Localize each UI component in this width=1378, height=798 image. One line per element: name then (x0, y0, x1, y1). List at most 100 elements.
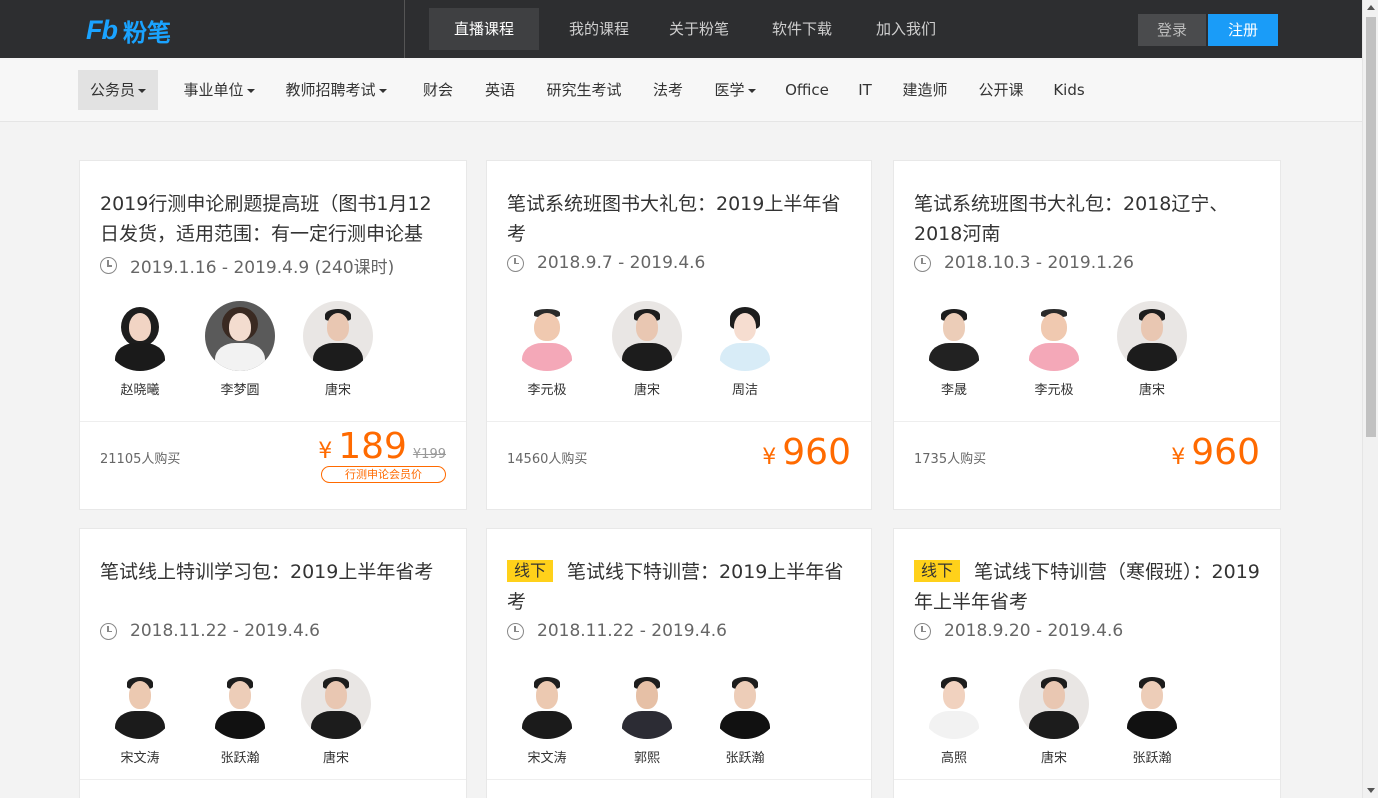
teacher-list: 宋文涛 郭熙 张跃瀚 (507, 669, 861, 769)
category-law-exam[interactable]: 法考 (650, 70, 686, 110)
caret-down-icon (378, 88, 387, 93)
original-price: ¥199 (412, 447, 446, 462)
teacher[interactable]: 唐宋 (296, 669, 376, 766)
teacher-name: 李梦圆 (220, 383, 260, 398)
course-title[interactable]: 线下 笔试线下特训营：2019上半年省考 (507, 557, 851, 617)
course-card[interactable]: 线下 笔试线下特训营（寒假班）：2019年上半年省考 2018.9.20 - 20… (893, 528, 1281, 798)
course-title[interactable]: 笔试系统班图书大礼包：2019上半年省考 (507, 189, 851, 249)
teacher[interactable]: 唐宋 (1014, 669, 1094, 766)
category-constructor[interactable]: 建造师 (898, 70, 952, 110)
clock-icon (507, 254, 524, 272)
course-title[interactable]: 线下 笔试线下特训营（寒假班）：2019年上半年省考 (914, 557, 1260, 617)
course-card[interactable]: 笔试系统班图书大礼包：2018辽宁、2018河南 2018.10.3 - 201… (893, 160, 1281, 510)
teacher-name: 唐宋 (633, 383, 660, 398)
course-date: 2019.1.16 - 2019.4.9 (240课时) (100, 253, 394, 278)
teacher-name: 唐宋 (1040, 751, 1067, 766)
top-navbar: Fb 粉笔 直播课程 我的课程 关于粉笔 软件下载 加入我们 登录 注册 (0, 0, 1362, 58)
scroll-up-icon[interactable] (1367, 5, 1375, 10)
category-english[interactable]: 英语 (480, 70, 520, 110)
nav-join-us[interactable]: 加入我们 (871, 8, 941, 50)
buyers-count: 14560人购买 (507, 448, 587, 467)
category-teacher-exam[interactable]: 教师招聘考试 (278, 70, 394, 110)
teacher-avatar (710, 669, 780, 739)
price-amount: 960 (1191, 432, 1260, 473)
nav-my-courses[interactable]: 我的课程 (559, 8, 639, 50)
category-accounting[interactable]: 财会 (418, 70, 458, 110)
currency-symbol: ¥ (318, 439, 333, 464)
price-amount: 189 (338, 426, 407, 467)
buyers-number: 21105 (100, 452, 142, 467)
page-scrollbar[interactable] (1362, 0, 1378, 798)
category-public-institution[interactable]: 事业单位 (180, 70, 258, 110)
teacher[interactable]: 张跃瀚 (200, 669, 280, 766)
category-civil-servant[interactable]: 公务员 (78, 70, 158, 110)
teacher-name: 宋文涛 (527, 751, 567, 766)
nav-about[interactable]: 关于粉笔 (661, 8, 737, 50)
register-button[interactable]: 注册 (1208, 14, 1278, 46)
category-kids[interactable]: Kids (1044, 70, 1094, 110)
category-office[interactable]: Office (784, 70, 830, 110)
teacher[interactable]: 唐宋 (298, 301, 378, 398)
course-title[interactable]: 笔试系统班图书大礼包：2018辽宁、2018河南 (914, 189, 1260, 249)
logo[interactable]: Fb 粉笔 (86, 12, 171, 48)
login-button[interactable]: 登录 (1138, 14, 1206, 46)
scroll-thumb[interactable] (1366, 17, 1376, 437)
course-date: 2018.9.20 - 2019.4.6 (914, 621, 1123, 641)
offline-tag: 线下 (507, 560, 554, 582)
teacher[interactable]: 张跃瀚 (1112, 669, 1192, 766)
caret-down-icon (138, 88, 146, 93)
currency-symbol: ¥ (762, 445, 777, 470)
buyers-suffix: 人购买 (141, 452, 181, 467)
course-title[interactable]: 笔试线上特训学习包：2019上半年省考 (100, 557, 446, 617)
clock-icon (100, 622, 117, 640)
category-open-course[interactable]: 公开课 (974, 70, 1028, 110)
nav-download[interactable]: 软件下载 (769, 8, 835, 50)
teacher[interactable]: 赵晓曦 (100, 301, 180, 398)
course-card[interactable]: 笔试线上特训学习包：2019上半年省考 2018.11.22 - 2019.4.… (79, 528, 467, 798)
teacher-avatar (919, 669, 989, 739)
category-medicine[interactable]: 医学 (710, 70, 760, 110)
auth-buttons: 登录 注册 (1108, 6, 1288, 52)
course-date-text: 2018.11.22 - 2019.4.6 (130, 621, 320, 641)
teacher[interactable]: 周洁 (705, 301, 785, 398)
teacher[interactable]: 李梦圆 (200, 301, 280, 398)
category-bar: 公务员 事业单位 教师招聘考试 财会 英语 研究生考试 法考 医学 Office… (0, 60, 1362, 122)
teacher-name: 唐宋 (322, 751, 349, 766)
currency-symbol: ¥ (1171, 445, 1186, 470)
category-it[interactable]: IT (850, 70, 880, 110)
course-date: 2018.11.22 - 2019.4.6 (100, 621, 320, 641)
nav-live-courses[interactable]: 直播课程 (429, 8, 539, 50)
teacher[interactable]: 唐宋 (607, 301, 687, 398)
teacher[interactable]: 李元极 (507, 301, 587, 398)
teacher-name: 赵晓曦 (120, 383, 160, 398)
teacher-avatar (1117, 669, 1187, 739)
price-amount: 960 (782, 432, 851, 473)
category-label: 公务员 (89, 81, 135, 99)
course-title[interactable]: 2019行测申论刷题提高班（图书1月12日发货，适用范围：有一定行测申论基 (100, 189, 446, 249)
course-date-text: 2019.1.16 - 2019.4.9 (240课时) (130, 258, 395, 278)
teacher[interactable]: 李元极 (1014, 301, 1094, 398)
teacher[interactable]: 高照 (914, 669, 994, 766)
buyers-suffix: 人购买 (548, 452, 588, 467)
teacher-name: 周洁 (731, 383, 758, 398)
course-card[interactable]: 笔试系统班图书大礼包：2019上半年省考 2018.9.7 - 2019.4.6… (486, 160, 872, 510)
scroll-down-icon[interactable] (1367, 788, 1375, 793)
course-card[interactable]: 线下 笔试线下特训营：2019上半年省考 2018.11.22 - 2019.4.… (486, 528, 872, 798)
logo-mark: Fb (86, 14, 118, 45)
course-price: ¥189 ¥199 (318, 426, 446, 467)
course-card[interactable]: 2019行测申论刷题提高班（图书1月12日发货，适用范围：有一定行测申论基 20… (79, 160, 467, 510)
teacher[interactable]: 郭熙 (607, 669, 687, 766)
teacher[interactable]: 李晟 (914, 301, 994, 398)
teacher-list: 李元极 唐宋 周洁 (507, 301, 861, 401)
teacher-avatar (1019, 301, 1089, 371)
teacher[interactable]: 宋文涛 (100, 669, 180, 766)
course-date-text: 2018.10.3 - 2019.1.26 (944, 253, 1134, 273)
category-label: 教师招聘考试 (285, 81, 376, 99)
buyers-number: 14560 (507, 452, 549, 467)
teacher[interactable]: 唐宋 (1112, 301, 1192, 398)
teacher-avatar (512, 301, 582, 371)
course-title-text: 笔试线下特训营：2019上半年省考 (507, 561, 844, 613)
teacher[interactable]: 宋文涛 (507, 669, 587, 766)
teacher[interactable]: 张跃瀚 (705, 669, 785, 766)
category-postgrad-exam[interactable]: 研究生考试 (542, 70, 626, 110)
